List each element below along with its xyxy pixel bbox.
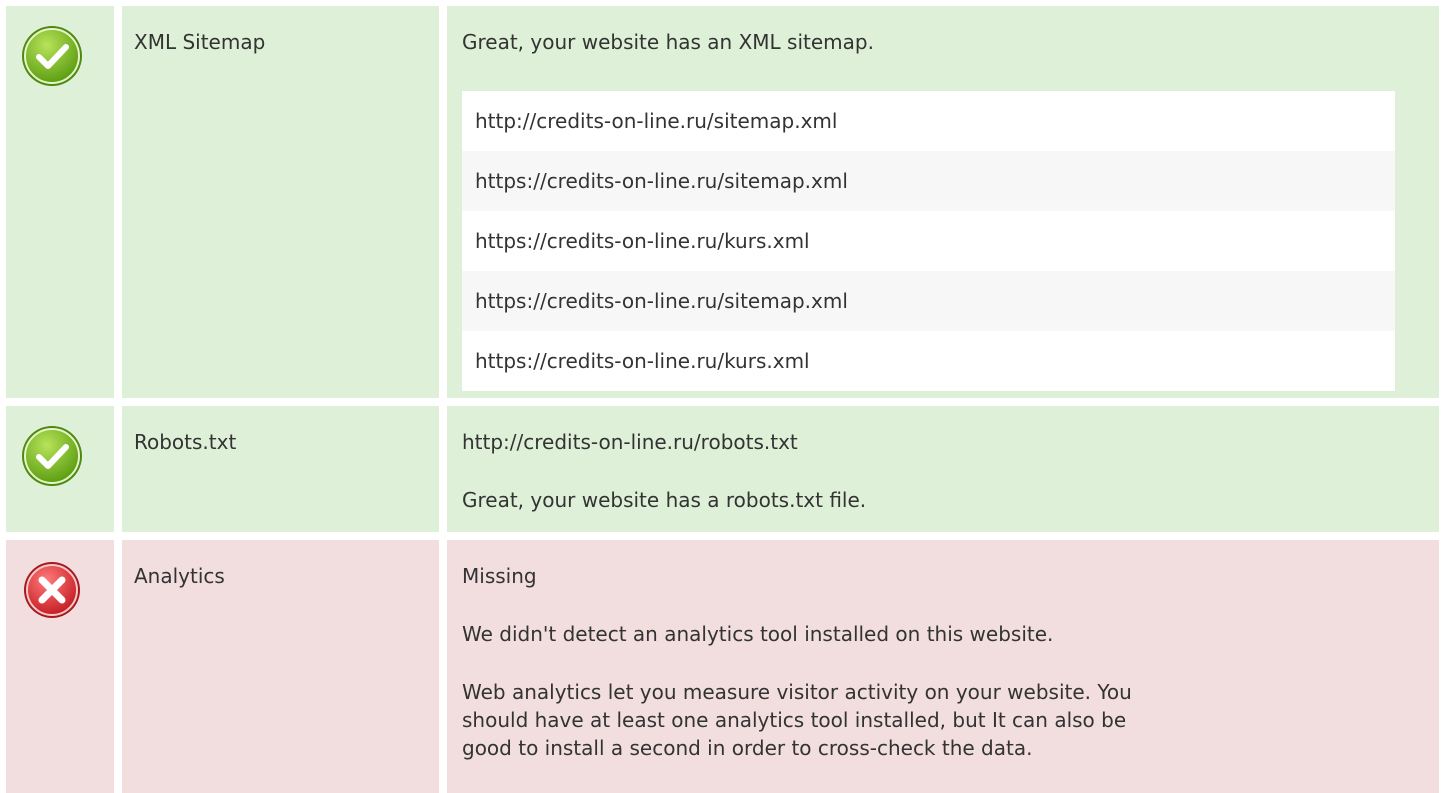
seo-report: XML Sitemap Great, your website has an X… <box>0 0 1445 793</box>
status-cell <box>6 540 114 793</box>
check-label-cell: XML Sitemap <box>122 6 439 398</box>
sitemap-url: https://credits-on-line.ru/sitemap.xml <box>462 151 1395 211</box>
check-detail-cell: Missing We didn't detect an analytics to… <box>447 540 1439 793</box>
status-cell <box>6 406 114 532</box>
sitemap-url: https://credits-on-line.ru/kurs.xml <box>475 229 810 253</box>
check-row-robots: Robots.txt http://credits-on-line.ru/rob… <box>0 406 1445 532</box>
sitemap-url-list: http://credits-on-line.ru/sitemap.xml ht… <box>462 91 1395 391</box>
check-message: Great, your website has an XML sitemap. <box>462 30 874 54</box>
check-row-xml-sitemap: XML Sitemap Great, your website has an X… <box>0 6 1445 398</box>
check-state: Missing <box>462 564 537 588</box>
status-cell <box>6 6 114 398</box>
check-label-cell: Analytics <box>122 540 439 793</box>
robots-url: http://credits-on-line.ru/robots.txt <box>462 430 798 454</box>
cross-icon <box>20 558 84 622</box>
sitemap-url: https://credits-on-line.ru/sitemap.xml <box>462 271 1395 331</box>
sitemap-url: https://credits-on-line.ru/kurs.xml <box>475 349 810 373</box>
check-message: We didn't detect an analytics tool insta… <box>462 622 1054 646</box>
check-detail-cell: http://credits-on-line.ru/robots.txt Gre… <box>447 406 1439 532</box>
check-advice-line: good to install a second in order to cro… <box>462 736 1033 760</box>
check-icon <box>20 24 84 88</box>
check-label: Analytics <box>134 564 225 588</box>
check-label: Robots.txt <box>134 430 237 454</box>
check-icon <box>20 424 84 488</box>
check-row-analytics: Analytics Missing We didn't detect an an… <box>0 540 1445 793</box>
check-message: Great, your website has a robots.txt fil… <box>462 488 867 512</box>
check-advice-line: should have at least one analytics tool … <box>462 708 1127 732</box>
check-detail-cell: Great, your website has an XML sitemap. … <box>447 6 1439 398</box>
check-label: XML Sitemap <box>134 30 266 54</box>
sitemap-url: http://credits-on-line.ru/sitemap.xml <box>475 109 838 133</box>
check-advice-line: Web analytics let you measure visitor ac… <box>462 680 1132 704</box>
check-label-cell: Robots.txt <box>122 406 439 532</box>
